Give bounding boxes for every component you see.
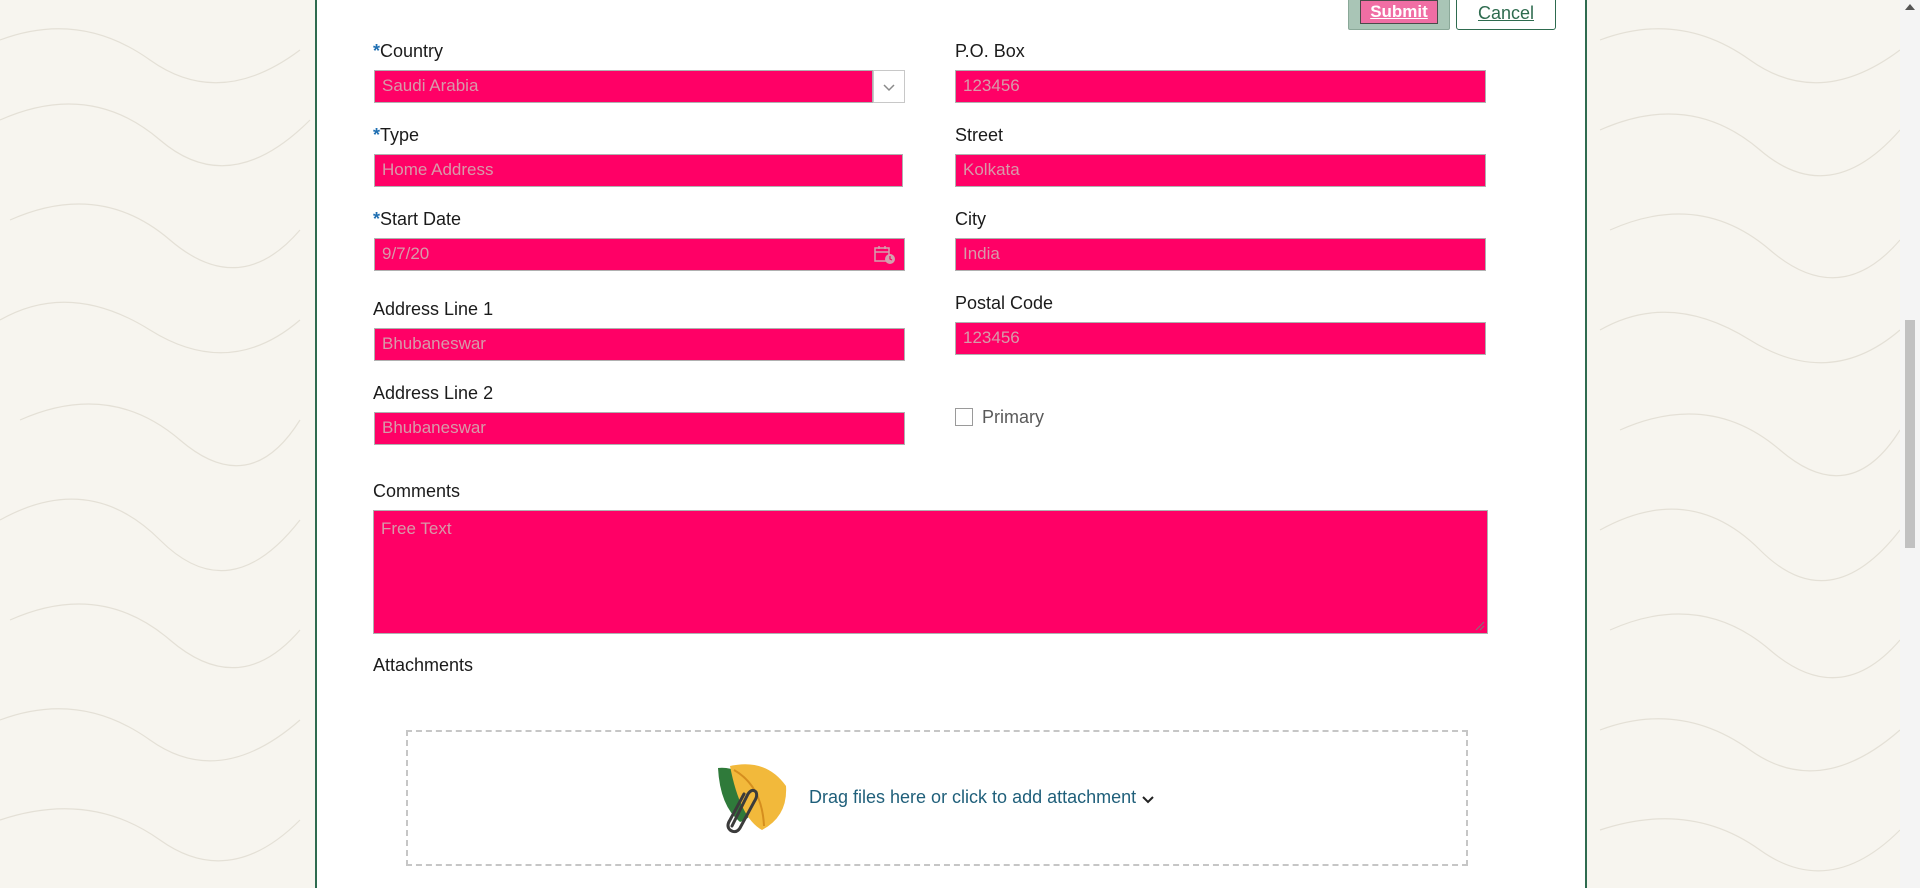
chevron-down-icon[interactable] bbox=[1140, 792, 1156, 808]
postal-code-field[interactable]: 123456 bbox=[955, 322, 1486, 355]
primary-label[interactable]: Primary bbox=[982, 406, 1044, 428]
start-date-input[interactable]: 9/7/20 bbox=[374, 238, 905, 271]
type-label: *Type bbox=[373, 124, 419, 146]
submit-button[interactable]: Submit bbox=[1348, 0, 1450, 30]
start-date-label: *Start Date bbox=[373, 208, 461, 230]
required-marker: * bbox=[373, 41, 381, 61]
chevron-down-icon bbox=[883, 84, 895, 92]
country-select[interactable]: Saudi Arabia bbox=[374, 70, 873, 103]
country-dropdown-button[interactable] bbox=[873, 70, 905, 103]
cancel-button[interactable]: Cancel bbox=[1456, 0, 1556, 30]
required-marker: * bbox=[373, 209, 381, 229]
required-marker: * bbox=[373, 125, 381, 145]
primary-checkbox[interactable] bbox=[955, 408, 973, 426]
form-content: Submit Cancel *Country Saudi Arabia *Typ… bbox=[0, 0, 1920, 888]
city-label: City bbox=[955, 209, 986, 229]
dropzone-text[interactable]: Drag files here or click to add attachme… bbox=[809, 787, 1136, 808]
resize-handle-icon[interactable] bbox=[1475, 621, 1485, 631]
calendar-icon[interactable] bbox=[874, 245, 896, 265]
street-field[interactable]: Kolkata bbox=[955, 154, 1486, 187]
po-box-label: P.O. Box bbox=[955, 41, 1025, 61]
type-field[interactable]: Home Address bbox=[374, 154, 903, 187]
country-label-text: Country bbox=[380, 41, 444, 61]
type-label-text: Type bbox=[380, 125, 420, 145]
po-box-field[interactable]: 123456 bbox=[955, 70, 1486, 103]
address-line-2-label: Address Line 2 bbox=[373, 383, 494, 403]
address-line-1-label: Address Line 1 bbox=[373, 299, 494, 319]
leaf-paperclip-icon bbox=[718, 764, 787, 834]
comments-textarea[interactable]: Free Text bbox=[373, 510, 1488, 634]
country-label: *Country bbox=[373, 40, 443, 62]
city-field[interactable]: India bbox=[955, 238, 1486, 271]
address-line-2-field[interactable]: Bhubaneswar bbox=[374, 412, 905, 445]
street-label: Street bbox=[955, 125, 1004, 145]
postal-code-label: Postal Code bbox=[955, 293, 1054, 313]
start-date-label-text: Start Date bbox=[380, 209, 462, 229]
comments-label: Comments bbox=[373, 481, 461, 501]
address-line-1-field[interactable]: Bhubaneswar bbox=[374, 328, 905, 361]
start-date-value: 9/7/20 bbox=[382, 244, 430, 263]
submit-button-label: Submit bbox=[1360, 0, 1438, 24]
attachments-label: Attachments bbox=[373, 655, 474, 675]
